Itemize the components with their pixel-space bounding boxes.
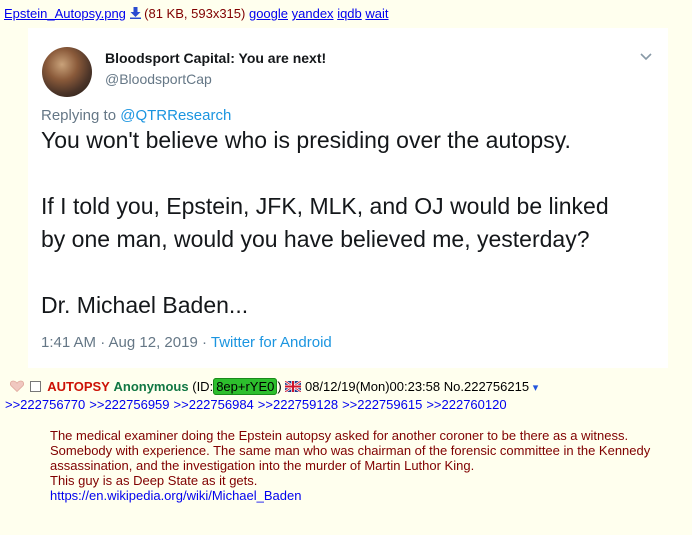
replying-prefix: Replying to xyxy=(41,107,117,124)
tweet-source: Twitter for Android xyxy=(210,334,332,351)
tweet-meta: 1:41 AM · Aug 12, 2019 · Twitter for And… xyxy=(41,334,332,351)
poster-name: Anonymous xyxy=(113,379,189,394)
post-menu-icon[interactable]: ▾ xyxy=(533,382,539,394)
tweet-replying-to: Replying to @QTRResearch xyxy=(41,107,231,124)
tweet-line xyxy=(41,157,641,190)
search-google-link[interactable]: google xyxy=(249,6,288,21)
post-paragraph: This guy is as Deep State as it gets. xyxy=(50,473,258,488)
search-yandex-link[interactable]: yandex xyxy=(292,6,334,21)
backlink[interactable]: >>222759615 xyxy=(342,397,422,412)
file-info: Epstein_Autopsy.png (81 KB, 593x315) goo… xyxy=(4,6,389,21)
tweet-line xyxy=(41,256,641,289)
post-header: AUTOPSY Anonymous (ID: 8ep+rYE0) 08/12/19… xyxy=(10,378,539,395)
post-paragraph: The medical examiner doing the Epstein a… xyxy=(50,428,651,473)
search-wait-link[interactable]: wait xyxy=(365,6,388,21)
post-subject: AUTOPSY xyxy=(47,379,110,394)
post-number[interactable]: No.222756215 xyxy=(444,379,529,394)
tweet-line: Dr. Michael Baden... xyxy=(41,292,249,318)
id-prefix: (ID: xyxy=(192,379,214,394)
tweet-timestamp: 1:41 AM · Aug 12, 2019 · xyxy=(41,334,207,351)
backlink[interactable]: >>222756984 xyxy=(174,397,254,412)
post-backlinks: >>222756770 >>222756959 >>222756984 >>22275… xyxy=(5,397,511,412)
post-image[interactable]: Bloodsport Capital: You are next! @Blood… xyxy=(28,28,668,368)
post-select-checkbox[interactable] xyxy=(29,381,41,392)
backlink[interactable]: >>222756770 xyxy=(5,397,85,412)
file-name-link[interactable]: Epstein_Autopsy.png xyxy=(4,6,126,21)
tweet-line: You won't believe who is presiding over … xyxy=(41,127,571,153)
heart-icon[interactable] xyxy=(10,380,24,392)
post-datetime: 08/12/19(Mon)00:23:58 xyxy=(304,379,441,394)
tweet-line: by one man, would you have believed me, … xyxy=(41,226,590,252)
backlink[interactable]: >>222759128 xyxy=(258,397,338,412)
backlink[interactable]: >>222760120 xyxy=(426,397,506,412)
backlink[interactable]: >>222756959 xyxy=(89,397,169,412)
poster-id-badge[interactable]: 8ep+rYE0 xyxy=(213,378,278,395)
tweet-text: You won't believe who is presiding over … xyxy=(41,124,641,322)
wikipedia-link[interactable]: https://en.wikipedia.org/wiki/Michael_Ba… xyxy=(50,488,301,503)
tweet-display-name: Bloodsport Capital: You are next! xyxy=(105,50,327,66)
tweet-handle: @BloodsportCap xyxy=(105,71,212,87)
search-iqdb-link[interactable]: iqdb xyxy=(337,6,362,21)
avatar xyxy=(42,47,92,97)
uk-flag-icon xyxy=(285,381,302,392)
reply-mention: @QTRResearch xyxy=(120,107,232,124)
tweet-line: If I told you, Epstein, JFK, MLK, and OJ… xyxy=(41,193,609,219)
chevron-down-icon xyxy=(640,53,652,61)
id-suffix: ) xyxy=(277,379,282,394)
download-icon[interactable] xyxy=(129,7,141,19)
file-meta: (81 KB, 593x315) xyxy=(144,6,246,21)
post-message: The medical examiner doing the Epstein a… xyxy=(50,428,670,503)
